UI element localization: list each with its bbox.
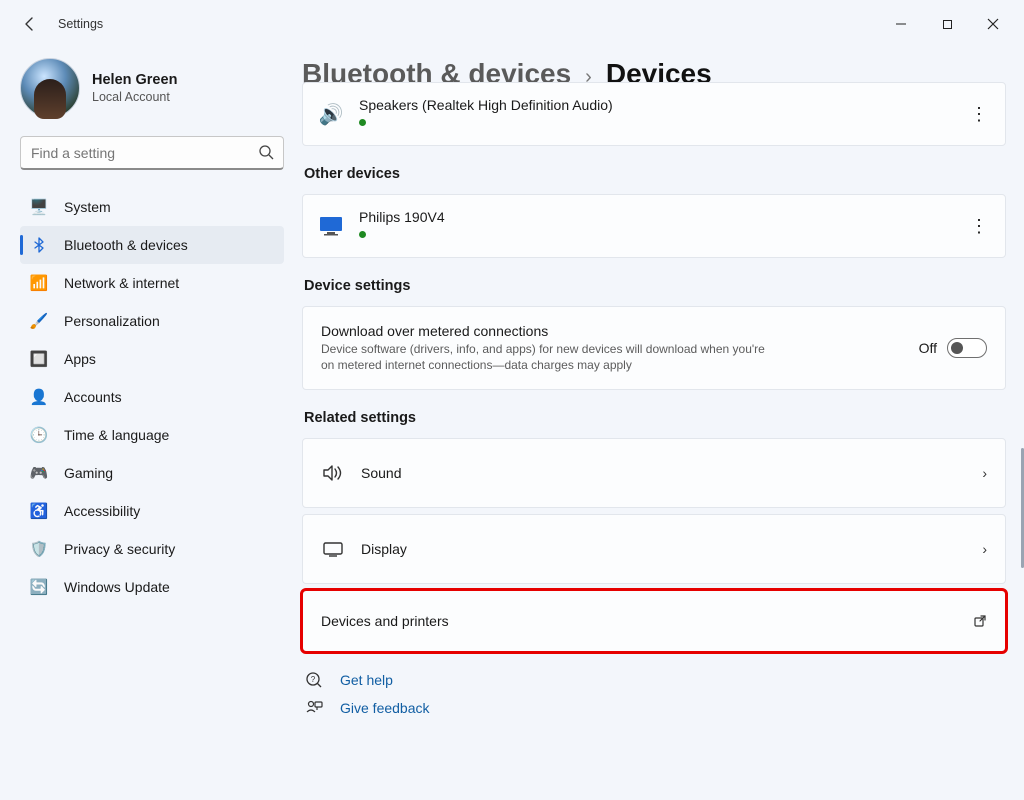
search-icon — [258, 144, 274, 160]
toggle-state-label: Off — [919, 340, 937, 356]
get-help-link[interactable]: Get help — [340, 672, 393, 688]
back-button[interactable] — [20, 14, 40, 34]
update-icon: 🔄 — [30, 578, 48, 596]
window-controls — [878, 8, 1016, 40]
sidebar-item-accounts[interactable]: 👤 Accounts — [20, 378, 284, 416]
bluetooth-icon — [30, 236, 48, 254]
sidebar-item-accessibility[interactable]: ♿ Accessibility — [20, 492, 284, 530]
settings-window: Settings Helen Green Local Account — [0, 0, 1024, 800]
profile-name: Helen Green — [92, 72, 177, 88]
sidebar-item-update[interactable]: 🔄 Windows Update — [20, 568, 284, 606]
device-name: Speakers (Realtek High Definition Audio) — [359, 97, 613, 113]
search-input[interactable] — [20, 136, 284, 170]
close-button[interactable] — [970, 8, 1016, 40]
setting-description: Device software (drivers, info, and apps… — [321, 341, 781, 373]
sidebar-item-privacy[interactable]: 🛡️ Privacy & security — [20, 530, 284, 568]
link-sound[interactable]: Sound › — [302, 438, 1006, 508]
brush-icon: 🖌️ — [30, 312, 48, 330]
chevron-right-icon: › — [982, 465, 987, 481]
avatar — [20, 58, 80, 118]
device-card-speakers: 🔊 Speakers (Realtek High Definition Audi… — [302, 82, 1006, 146]
link-display[interactable]: Display › — [302, 514, 1006, 584]
sidebar-item-label: Network & internet — [64, 275, 179, 291]
status-dot-connected — [359, 119, 366, 126]
profile-block[interactable]: Helen Green Local Account — [20, 58, 284, 118]
svg-text:?: ? — [311, 675, 316, 684]
sidebar-item-label: Apps — [64, 351, 96, 367]
feedback-icon — [304, 698, 324, 718]
sidebar-item-label: Time & language — [64, 427, 169, 443]
main-panel: Bluetooth & devices › Devices 🔊 Speakers… — [300, 48, 1024, 800]
shield-icon: 🛡️ — [30, 540, 48, 558]
link-label: Sound — [361, 465, 401, 481]
sidebar-item-time[interactable]: 🕒 Time & language — [20, 416, 284, 454]
monitor-device-icon — [317, 212, 345, 240]
sound-icon — [321, 461, 345, 485]
sidebar-item-label: Accounts — [64, 389, 122, 405]
minimize-button[interactable] — [878, 8, 924, 40]
section-title-other-devices: Other devices — [304, 166, 1006, 182]
monitor-icon: 🖥️ — [30, 198, 48, 216]
sidebar-item-gaming[interactable]: 🎮 Gaming — [20, 454, 284, 492]
sidebar-item-apps[interactable]: 🔲 Apps — [20, 340, 284, 378]
speaker-icon: 🔊 — [317, 100, 345, 128]
status-dot-connected — [359, 231, 366, 238]
help-give-feedback: Give feedback — [302, 698, 1006, 718]
window-title: Settings — [58, 17, 103, 31]
sidebar-item-personalization[interactable]: 🖌️ Personalization — [20, 302, 284, 340]
sidebar-item-bluetooth[interactable]: Bluetooth & devices — [20, 226, 284, 264]
help-icon: ? — [304, 670, 324, 690]
sidebar-item-label: System — [64, 199, 111, 215]
help-get-help: ? Get help — [302, 670, 1006, 690]
sidebar-item-label: Windows Update — [64, 579, 170, 595]
metered-toggle[interactable] — [947, 338, 987, 358]
gamepad-icon: 🎮 — [30, 464, 48, 482]
section-title-related: Related settings — [304, 410, 1006, 426]
section-title-device-settings: Device settings — [304, 278, 1006, 294]
display-icon — [321, 537, 345, 561]
link-label: Devices and printers — [321, 613, 449, 629]
sidebar-item-network[interactable]: 📶 Network & internet — [20, 264, 284, 302]
give-feedback-link[interactable]: Give feedback — [340, 700, 430, 716]
sidebar-item-label: Privacy & security — [64, 541, 175, 557]
wifi-icon: 📶 — [30, 274, 48, 292]
setting-label: Download over metered connections — [321, 323, 781, 339]
apps-icon: 🔲 — [30, 350, 48, 368]
device-card-monitor: Philips 190V4 ⋮ — [302, 194, 1006, 258]
titlebar: Settings — [0, 0, 1024, 48]
nav-list: 🖥️ System Bluetooth & devices 📶 Network … — [20, 188, 284, 606]
clock-icon: 🕒 — [30, 426, 48, 444]
device-name: Philips 190V4 — [359, 209, 445, 225]
sidebar-item-label: Personalization — [64, 313, 160, 329]
search-container — [20, 136, 284, 170]
device-more-button[interactable]: ⋮ — [967, 214, 991, 238]
sidebar: Helen Green Local Account 🖥️ System — [0, 48, 300, 800]
link-label: Display — [361, 541, 407, 557]
sidebar-item-system[interactable]: 🖥️ System — [20, 188, 284, 226]
external-link-icon — [973, 614, 987, 628]
setting-metered: Download over metered connections Device… — [302, 306, 1006, 390]
profile-account-type: Local Account — [92, 90, 177, 104]
maximize-button[interactable] — [924, 8, 970, 40]
device-more-button[interactable]: ⋮ — [967, 102, 991, 126]
accessibility-icon: ♿ — [30, 502, 48, 520]
link-devices-and-printers[interactable]: Devices and printers — [302, 590, 1006, 652]
chevron-right-icon: › — [982, 541, 987, 557]
person-icon: 👤 — [30, 388, 48, 406]
sidebar-item-label: Accessibility — [64, 503, 140, 519]
sidebar-item-label: Gaming — [64, 465, 113, 481]
sidebar-item-label: Bluetooth & devices — [64, 237, 188, 253]
